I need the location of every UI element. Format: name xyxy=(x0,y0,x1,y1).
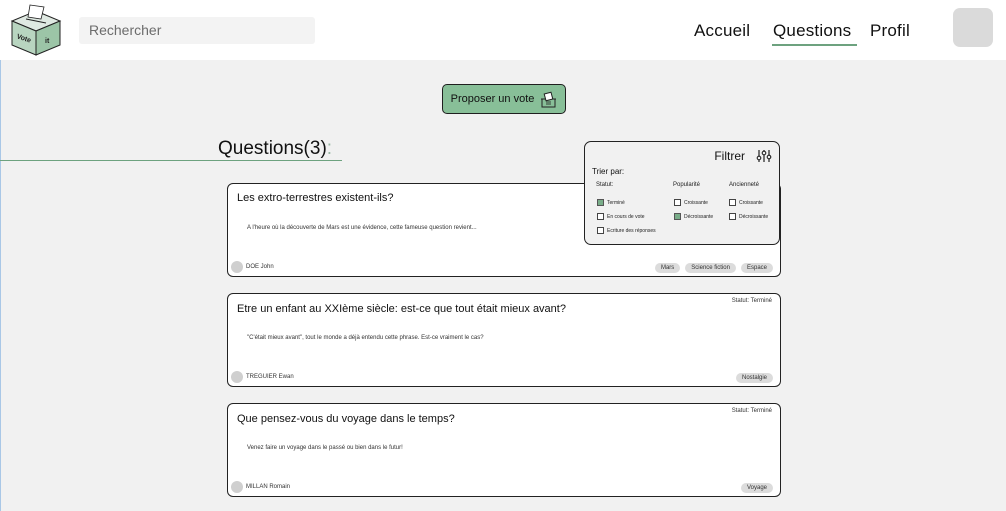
nav-item-profile[interactable]: Profil xyxy=(870,21,910,41)
question-card[interactable]: Statut: Terminé Que pensez-vous du voyag… xyxy=(227,403,781,497)
checkbox[interactable] xyxy=(729,199,736,206)
question-author[interactable]: MILLAN Romain xyxy=(231,481,290,493)
question-title[interactable]: Etre un enfant au XXIème siècle: est-ce … xyxy=(237,303,566,315)
question-title[interactable]: Que pensez-vous du voyage dans le temps? xyxy=(237,413,455,425)
heading-divider xyxy=(0,160,342,161)
questions-heading-colon: : xyxy=(326,138,333,159)
checkbox[interactable] xyxy=(729,213,736,220)
sort-by-label: Trier par: xyxy=(592,167,625,176)
filter-popularity-desc[interactable]: Décroissante xyxy=(674,213,713,220)
search-input[interactable]: Rechercher xyxy=(79,17,315,44)
question-status: Statut: Terminé xyxy=(731,408,772,414)
author-name: DOE John xyxy=(246,264,274,270)
option-label: En cours de vote xyxy=(607,213,645,220)
logo-text-right: it xyxy=(45,38,50,45)
nav-active-indicator xyxy=(772,44,857,46)
left-edge-divider xyxy=(0,60,1,511)
filter-panel: Filtrer Trier par: Statut: Popularité An… xyxy=(584,141,780,245)
filter-popularity-asc[interactable]: Croissante xyxy=(674,199,708,206)
question-author[interactable]: TREGUIER Ewan xyxy=(231,371,294,383)
filter-status-voting[interactable]: En cours de vote xyxy=(597,213,645,220)
propose-vote-label: Proposer un vote xyxy=(450,93,535,105)
tag[interactable]: Nostalgie xyxy=(735,373,773,383)
ballot-box-icon xyxy=(541,91,557,107)
author-name: TREGUIER Ewan xyxy=(246,374,294,380)
author-name: MILLAN Romain xyxy=(246,484,291,490)
question-author[interactable]: DOE John xyxy=(231,261,274,273)
nav-item-questions[interactable]: Questions xyxy=(773,21,851,41)
tag-list: Nostalgie xyxy=(735,373,773,383)
author-avatar xyxy=(231,261,243,273)
tag-list: Voyage xyxy=(740,483,773,493)
author-avatar xyxy=(231,481,243,493)
filter-age-asc[interactable]: Croissante xyxy=(729,199,763,206)
filter-age-desc[interactable]: Décroissante xyxy=(729,213,768,220)
checkbox[interactable] xyxy=(597,227,604,234)
question-status: Statut: Terminé xyxy=(731,298,772,304)
top-header: Vote it Rechercher Accueil Questions Pro… xyxy=(0,0,1006,60)
popularity-column-header: Popularité xyxy=(673,182,701,188)
tag[interactable]: Voyage xyxy=(740,483,773,493)
status-column-header: Statut: xyxy=(596,182,614,188)
author-avatar xyxy=(231,371,243,383)
option-label: Terminé xyxy=(607,199,625,206)
tag[interactable]: Science fiction xyxy=(685,263,736,273)
checkbox[interactable] xyxy=(597,213,604,220)
filter-status-done[interactable]: Terminé xyxy=(597,199,625,206)
question-excerpt: A l'heure où la découverte de Mars est u… xyxy=(247,225,477,231)
question-excerpt: Venez faire un voyage dans le passé ou b… xyxy=(247,445,403,451)
checkbox[interactable] xyxy=(674,199,681,206)
option-label: Croissante xyxy=(739,199,763,206)
nav-item-home[interactable]: Accueil xyxy=(694,21,750,41)
tag[interactable]: Mars xyxy=(654,263,681,273)
filter-status-writing[interactable]: Ecriture des réponses xyxy=(597,227,656,234)
question-title[interactable]: Les extro-terrestres existent-ils? xyxy=(237,192,394,204)
question-excerpt: "C'était mieux avant", tout le monde a d… xyxy=(247,335,484,341)
option-label: Ecriture des réponses xyxy=(607,227,656,234)
search-placeholder: Rechercher xyxy=(89,22,162,38)
filter-title: Filtrer xyxy=(714,149,745,163)
profile-avatar[interactable] xyxy=(953,8,993,47)
tag-list: Mars Science fiction Espace xyxy=(654,263,773,273)
questions-heading: Questions(3): xyxy=(218,138,332,160)
option-label: Croissante xyxy=(684,199,708,206)
option-label: Décroissante xyxy=(684,213,714,220)
sliders-icon[interactable] xyxy=(756,148,772,164)
tag[interactable]: Espace xyxy=(740,263,773,273)
checkbox-checked[interactable] xyxy=(597,199,604,206)
age-column-header: Ancienneté xyxy=(729,182,760,188)
option-label: Décroissante xyxy=(739,213,769,220)
vote-it-logo[interactable]: Vote it xyxy=(8,3,64,57)
checkbox-checked[interactable] xyxy=(674,213,681,220)
propose-vote-button[interactable]: Proposer un vote xyxy=(442,84,566,114)
questions-heading-label: Questions(3) xyxy=(218,138,327,159)
question-card[interactable]: Statut: Terminé Etre un enfant au XXIème… xyxy=(227,293,781,387)
